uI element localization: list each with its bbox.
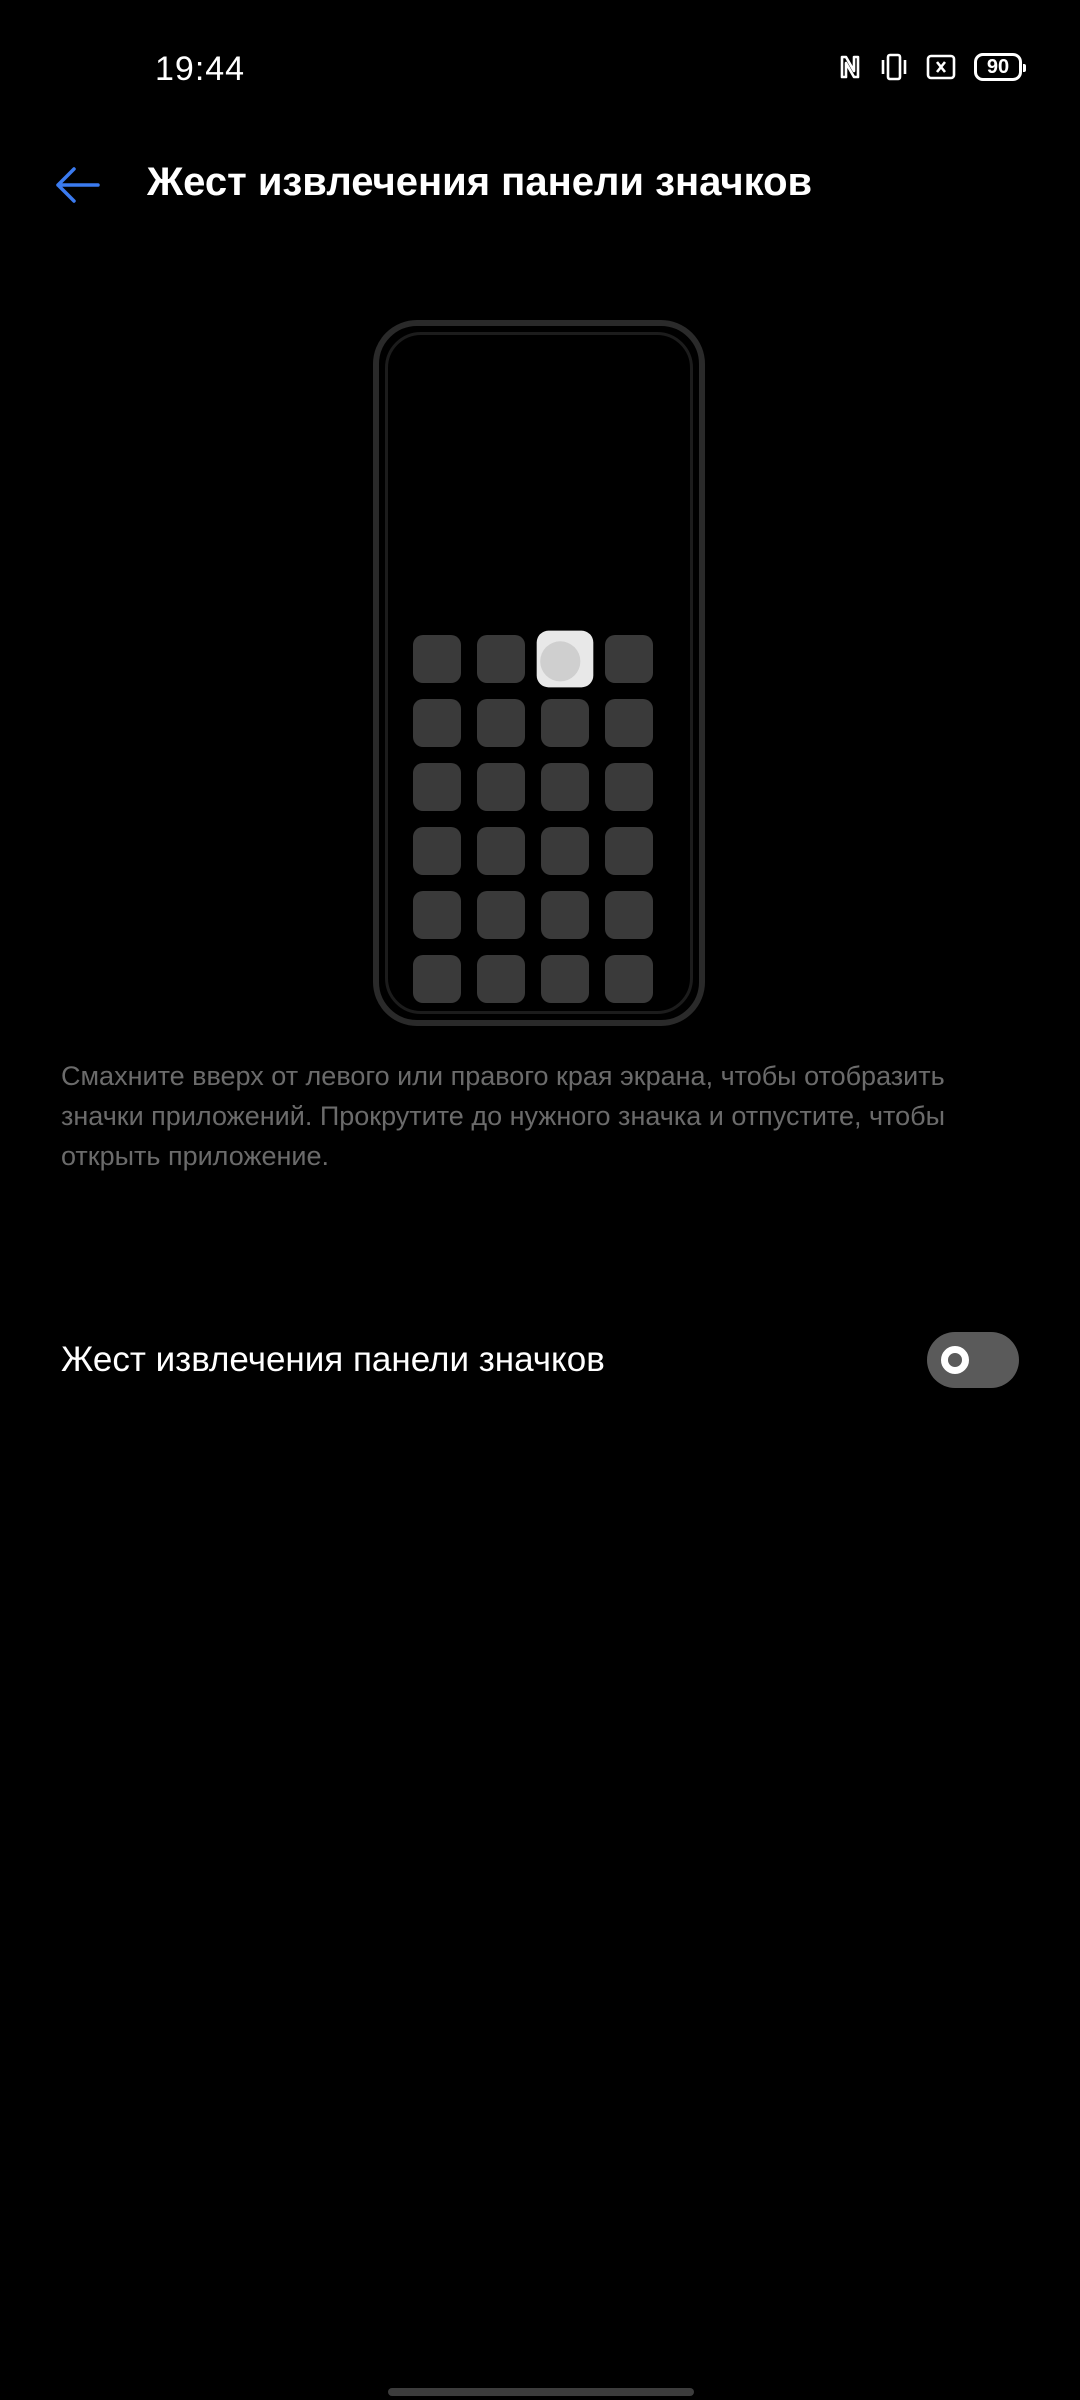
battery-level: 90	[986, 56, 1010, 78]
app-tile	[413, 827, 461, 875]
battery-icon: 90	[974, 53, 1026, 81]
app-tile	[605, 891, 653, 939]
app-tile	[413, 763, 461, 811]
app-tile	[605, 699, 653, 747]
app-tile	[477, 635, 525, 683]
description-text: Смахните вверх от левого или правого кра…	[61, 1061, 945, 1171]
home-indicator[interactable]	[388, 2388, 694, 2396]
status-bar: 19:44 90	[0, 0, 1080, 140]
app-tile	[605, 635, 653, 683]
app-tile	[605, 955, 653, 1003]
app-tile	[605, 763, 653, 811]
phone-illustration	[373, 320, 705, 1026]
app-icon-grid	[413, 630, 653, 1003]
app-tile	[477, 827, 525, 875]
header: Жест извлечения панели значков	[0, 140, 1080, 230]
phone-screen	[385, 332, 693, 1014]
app-tile	[477, 955, 525, 1003]
app-tile	[413, 955, 461, 1003]
status-icons: 90	[838, 52, 1026, 82]
app-tile	[413, 891, 461, 939]
app-tile	[541, 827, 589, 875]
arrow-left-icon	[52, 167, 102, 212]
vibrate-icon	[880, 52, 908, 82]
sim-icon	[926, 54, 956, 80]
app-tile	[413, 635, 461, 683]
app-tile	[541, 699, 589, 747]
icon-panel-gesture-setting[interactable]: Жест извлечения панели значков	[0, 1320, 1080, 1400]
setting-label: Жест извлечения панели значков	[61, 1340, 605, 1379]
status-time: 19:44	[155, 50, 246, 88]
app-tile	[605, 827, 653, 875]
app-tile	[477, 699, 525, 747]
app-tile-highlighted	[536, 630, 594, 688]
nfc-icon	[838, 53, 862, 81]
back-button[interactable]	[52, 162, 102, 208]
toggle-knob	[941, 1346, 969, 1374]
app-tile	[477, 891, 525, 939]
icon-panel-gesture-toggle[interactable]	[927, 1332, 1019, 1388]
app-tile	[541, 955, 589, 1003]
app-tile	[477, 763, 525, 811]
page-title: Жест извлечения панели значков	[147, 160, 813, 204]
app-tile	[541, 891, 589, 939]
app-tile	[541, 763, 589, 811]
app-tile	[413, 699, 461, 747]
